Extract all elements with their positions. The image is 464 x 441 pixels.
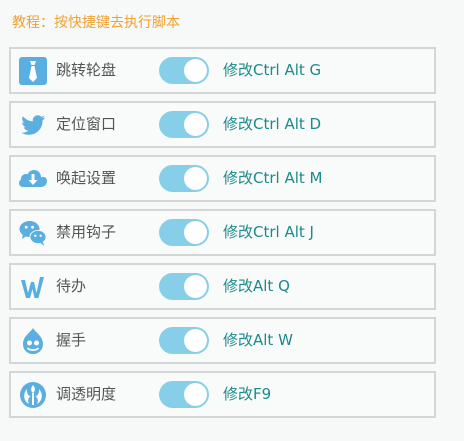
edit-shortcut-link[interactable]: 修改Ctrl Alt M	[223, 157, 322, 200]
hotkey-label: 禁用钩子	[56, 223, 117, 241]
hotkey-row-jump-wheel: 跳转轮盘 修改Ctrl Alt G	[9, 47, 436, 94]
edit-shortcut-link[interactable]: 修改Alt Q	[223, 265, 290, 308]
toggle-knob	[184, 383, 207, 406]
hotkey-label: 握手	[56, 331, 87, 349]
hotkey-row-transparency: 调透明度 修改F9	[9, 371, 436, 418]
edit-shortcut-link[interactable]: 修改Alt W	[223, 319, 293, 362]
enable-toggle[interactable]	[159, 165, 209, 192]
enable-toggle[interactable]	[159, 219, 209, 246]
wechat-icon	[19, 219, 47, 247]
toggle-knob	[184, 221, 207, 244]
hotkey-label: 跳转轮盘	[56, 61, 117, 79]
edit-shortcut-link[interactable]: 修改Ctrl Alt D	[223, 103, 321, 146]
twitter-bird-icon	[19, 111, 47, 139]
enable-toggle[interactable]	[159, 273, 209, 300]
hotkey-label: 调透明度	[56, 385, 117, 403]
hotkey-row-disable-hook: 禁用钩子 修改Ctrl Alt J	[9, 209, 436, 256]
toggle-knob	[184, 59, 207, 82]
toggle-knob	[184, 167, 207, 190]
hotkey-list: 跳转轮盘 修改Ctrl Alt G 定位窗口 修改Ctrl Alt D 唤起设置…	[9, 47, 436, 425]
hotkey-row-open-settings: 唤起设置 修改Ctrl Alt M	[9, 155, 436, 202]
toggle-knob	[184, 275, 207, 298]
page-title: 教程：按快捷键去执行脚本	[12, 15, 180, 31]
enable-toggle[interactable]	[159, 57, 209, 84]
hotkey-label: 唤起设置	[56, 169, 117, 187]
hotkey-row-todo: 待办 修改Alt Q	[9, 263, 436, 310]
edit-shortcut-link[interactable]: 修改Ctrl Alt G	[223, 49, 321, 92]
hotkey-settings-panel: 教程：按快捷键去执行脚本 跳转轮盘 修改Ctrl Alt G 定位窗口 修改Ct…	[0, 0, 464, 441]
hotkey-label: 待办	[56, 277, 87, 295]
rebel-alliance-icon	[19, 381, 47, 409]
enable-toggle[interactable]	[159, 381, 209, 408]
enable-toggle[interactable]	[159, 327, 209, 354]
edit-shortcut-link[interactable]: 修改F9	[223, 373, 271, 416]
toggle-knob	[184, 113, 207, 136]
toggle-knob	[184, 329, 207, 352]
hotkey-label: 定位窗口	[56, 115, 117, 133]
cloud-download-icon	[19, 165, 47, 193]
edit-shortcut-link[interactable]: 修改Ctrl Alt J	[223, 211, 314, 254]
hotkey-row-locate-window: 定位窗口 修改Ctrl Alt D	[9, 101, 436, 148]
hotkey-row-handshake: 握手 修改Alt W	[9, 317, 436, 364]
wunderlist-icon	[19, 273, 47, 301]
drupal-drop-icon	[19, 327, 47, 355]
enable-toggle[interactable]	[159, 111, 209, 138]
necktie-icon	[19, 57, 47, 85]
